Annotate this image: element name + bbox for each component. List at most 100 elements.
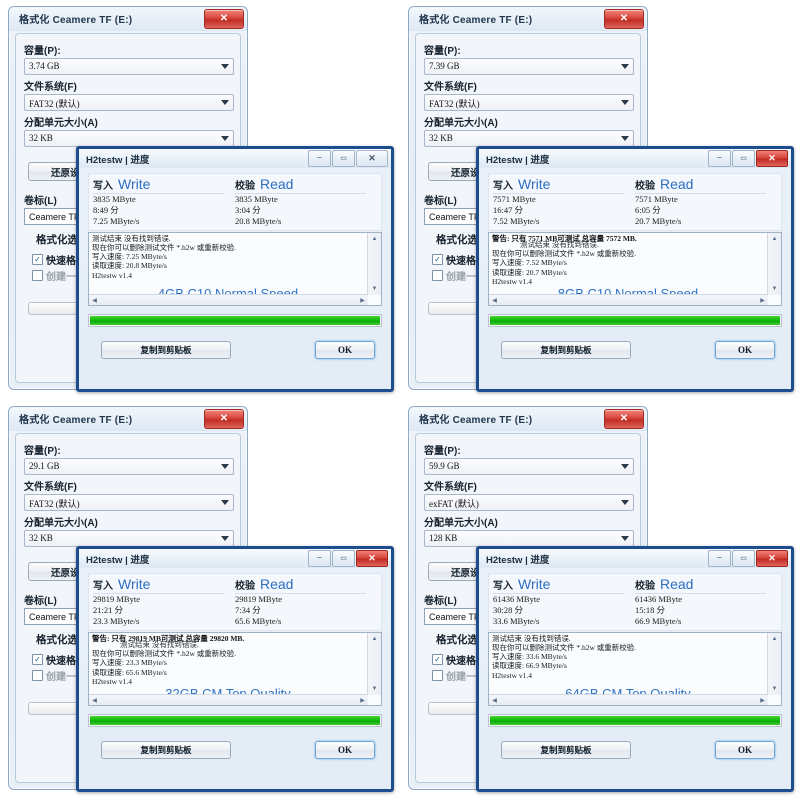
log-line: H2testw v1.4 — [92, 676, 132, 686]
scroll-down-icon[interactable]: ▼ — [768, 683, 781, 695]
scroll-down-icon[interactable]: ▼ — [368, 683, 381, 695]
vertical-scrollbar[interactable]: ▲ ▼ — [367, 633, 381, 695]
minimize-button[interactable]: ─ — [708, 150, 731, 167]
scroll-left-icon[interactable]: ◀ — [489, 295, 500, 305]
scroll-up-icon[interactable]: ▲ — [768, 633, 781, 645]
copy-to-clipboard-button[interactable]: 复制到剪贴板 — [101, 741, 231, 759]
checkbox-unchecked-icon[interactable] — [32, 270, 43, 281]
allocation-select[interactable]: 128 KB — [424, 530, 634, 547]
scroll-up-icon[interactable]: ▲ — [368, 233, 381, 245]
maximize-button[interactable]: ▭ — [732, 550, 755, 567]
scroll-left-icon[interactable]: ◀ — [89, 695, 100, 705]
checkbox-unchecked-icon[interactable] — [432, 670, 443, 681]
scroll-left-icon[interactable]: ◀ — [89, 295, 100, 305]
format-titlebar: 格式化 Ceamere TF (E:) ✕ — [409, 407, 647, 431]
format-window-title: 格式化 Ceamere TF (E:) — [419, 15, 533, 26]
filesystem-label: 文件系统(F) — [24, 482, 77, 493]
filesystem-select[interactable]: FAT32 (默认) — [424, 94, 634, 111]
allocation-label: 分配单元大小(A) — [424, 118, 498, 129]
vertical-scrollbar[interactable]: ▲ ▼ — [767, 233, 781, 295]
checkbox-checked-icon[interactable] — [32, 654, 43, 665]
copy-to-clipboard-button[interactable]: 复制到剪贴板 — [501, 341, 631, 359]
checkbox-checked-icon[interactable] — [432, 654, 443, 665]
log-line: 测试结束 没有找到错误. — [492, 634, 571, 643]
minimize-button[interactable]: ─ — [308, 150, 331, 167]
checkbox-unchecked-icon[interactable] — [32, 670, 43, 681]
stat-header: 校验 Read — [235, 176, 367, 194]
chevron-down-icon — [621, 136, 629, 141]
checkbox-unchecked-icon[interactable] — [432, 270, 443, 281]
scroll-up-icon[interactable]: ▲ — [768, 233, 781, 245]
filesystem-select[interactable]: FAT32 (默认) — [24, 494, 234, 511]
write-size: 3835 MByte — [93, 194, 136, 204]
minimize-button[interactable]: ─ — [308, 550, 331, 567]
write-label-en: Write — [518, 576, 551, 592]
vertical-scrollbar[interactable]: ▲ ▼ — [767, 633, 781, 695]
ok-button[interactable]: OK — [315, 741, 375, 759]
vertical-scrollbar[interactable]: ▲ ▼ — [367, 233, 381, 295]
capacity-select[interactable]: 29.1 GB — [24, 458, 234, 475]
copy-to-clipboard-button[interactable]: 复制到剪贴板 — [101, 341, 231, 359]
maximize-button[interactable]: ▭ — [332, 550, 355, 567]
read-label-en: Read — [660, 176, 694, 192]
horizontal-scrollbar[interactable]: ◀ ▶ — [89, 294, 368, 305]
h2testw-body: 写入 Write 29819 MByte 21:21 分 23.3 MByte/s 校验 R… — [79, 568, 391, 789]
read-label-cn: 校验 — [235, 181, 255, 192]
log-text: 测试结束 没有找到错误. 现在你可以删除测试文件 *.h2w 或重新校验. 写入速度… — [492, 634, 767, 680]
capacity-select[interactable]: 3.74 GB — [24, 58, 234, 75]
allocation-select[interactable]: 32 KB — [24, 130, 234, 147]
ok-button[interactable]: OK — [315, 341, 375, 359]
progress-fill — [90, 316, 380, 325]
log-line: H2testw v1.4 — [92, 270, 132, 280]
ok-button[interactable]: OK — [715, 341, 775, 359]
close-button[interactable]: ✕ — [756, 150, 788, 167]
scroll-down-icon[interactable]: ▼ — [768, 283, 781, 295]
filesystem-label: 文件系统(F) — [24, 82, 77, 93]
filesystem-select[interactable]: exFAT (默认) — [424, 494, 634, 511]
scroll-left-icon[interactable]: ◀ — [489, 695, 500, 705]
scroll-right-icon[interactable]: ▶ — [757, 295, 768, 305]
close-button[interactable]: ✕ — [604, 409, 644, 429]
scroll-right-icon[interactable]: ▶ — [357, 695, 368, 705]
write-size: 61436 MByte — [493, 594, 540, 604]
maximize-button[interactable]: ▭ — [732, 150, 755, 167]
h2testw-window-title: H2testw | 进度 — [486, 555, 550, 566]
close-button[interactable]: ✕ — [356, 550, 388, 567]
close-button[interactable]: ✕ — [604, 9, 644, 29]
copy-to-clipboard-button[interactable]: 复制到剪贴板 — [501, 741, 631, 759]
filesystem-select[interactable]: FAT32 (默认) — [24, 94, 234, 111]
checkbox-checked-icon[interactable] — [32, 254, 43, 265]
horizontal-scrollbar[interactable]: ◀ ▶ — [89, 694, 368, 705]
ok-button[interactable]: OK — [715, 741, 775, 759]
close-button[interactable]: ✕ — [756, 550, 788, 567]
read-label-en: Read — [660, 576, 694, 592]
checkbox-checked-icon[interactable] — [432, 254, 443, 265]
close-button[interactable]: ✕ — [356, 150, 388, 167]
horizontal-scrollbar[interactable]: ◀ ▶ — [489, 294, 768, 305]
allocation-label: 分配单元大小(A) — [424, 518, 498, 529]
allocation-select[interactable]: 32 KB — [424, 130, 634, 147]
test-progress-bar — [488, 714, 782, 727]
log-line: 测试结束 没有找到错误. — [92, 234, 171, 243]
close-button[interactable]: ✕ — [204, 409, 244, 429]
chevron-down-icon — [221, 100, 229, 105]
stats-panel: 写入 Write 3835 MByte 8:49 分 7.25 MByte/s 校验 Rea… — [88, 173, 382, 231]
close-button[interactable]: ✕ — [204, 9, 244, 29]
write-size: 29819 MByte — [93, 594, 140, 604]
scroll-down-icon[interactable]: ▼ — [368, 283, 381, 295]
maximize-button[interactable]: ▭ — [332, 150, 355, 167]
allocation-select[interactable]: 32 KB — [24, 530, 234, 547]
capacity-select[interactable]: 59.9 GB — [424, 458, 634, 475]
scroll-right-icon[interactable]: ▶ — [357, 295, 368, 305]
write-label-cn: 写入 — [93, 581, 113, 592]
scroll-up-icon[interactable]: ▲ — [368, 633, 381, 645]
write-time: 16:47 分 — [493, 205, 523, 216]
capacity-select[interactable]: 7.39 GB — [424, 58, 634, 75]
log-output: 测试结束 没有找到错误. 现在你可以删除测试文件 *.h2w 或重新校验. 写入速度… — [488, 632, 782, 706]
volume-label: 卷标(L) — [24, 196, 57, 207]
read-speed: 20.8 MByte/s — [235, 216, 282, 227]
read-size: 29819 MByte — [235, 594, 282, 604]
horizontal-scrollbar[interactable]: ◀ ▶ — [489, 694, 768, 705]
scroll-right-icon[interactable]: ▶ — [757, 695, 768, 705]
minimize-button[interactable]: ─ — [708, 550, 731, 567]
